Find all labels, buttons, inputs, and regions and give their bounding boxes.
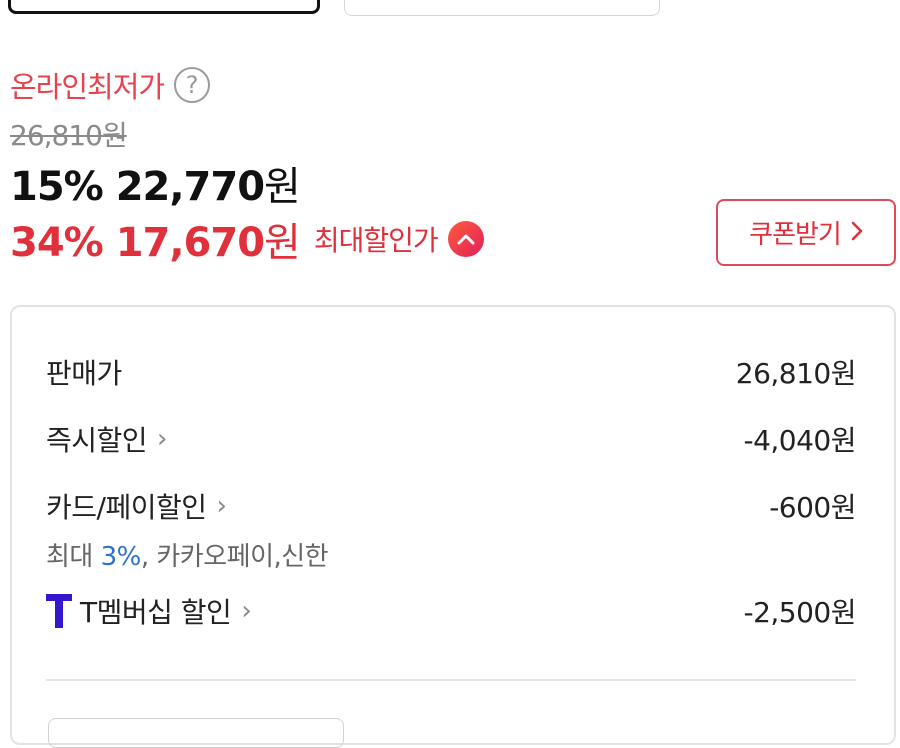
- option-selected[interactable]: [8, 0, 320, 14]
- sale-currency: 원: [264, 164, 301, 210]
- sale-amount: 22,770: [115, 164, 265, 210]
- card-note-percent: 3%: [100, 542, 142, 572]
- breakdown-value: -4,040원: [743, 424, 856, 457]
- card-discount-note: 최대 3%, 카카오페이,신한: [46, 536, 329, 573]
- lowest-price-label: 온라인최저가: [10, 70, 165, 104]
- chevron-right-icon: ›: [216, 491, 227, 521]
- max-discount-percent: 34%: [10, 220, 104, 266]
- max-discount-label: 최대할인가: [313, 224, 439, 257]
- breakdown-value: 26,810원: [735, 357, 857, 390]
- lowest-price-row: 온라인최저가 ?: [10, 64, 211, 106]
- card-note-prefix: 최대: [46, 542, 101, 572]
- max-discount-amount: 17,670: [115, 220, 265, 266]
- breakdown-label: 즉시할인: [46, 424, 148, 457]
- chevron-right-icon: ›: [241, 596, 252, 626]
- max-discount-currency: 원: [264, 220, 301, 266]
- sale-price: 15% 22,770원: [10, 154, 301, 212]
- card-note-suffix: , 카카오페이,신한: [140, 542, 329, 572]
- original-price: 26,810원: [10, 119, 128, 152]
- t-membership-logo: [46, 594, 72, 628]
- breakdown-row-tmembership[interactable]: T멤버십 할인 › -2,500원: [46, 591, 856, 631]
- option-button[interactable]: [344, 0, 660, 16]
- breakdown-row-instant-discount[interactable]: 즉시할인 › -4,040원: [46, 419, 856, 459]
- help-icon[interactable]: ?: [174, 67, 211, 103]
- coupon-button-label: 쿠폰받기: [749, 220, 842, 250]
- chevron-right-icon: ›: [157, 424, 167, 454]
- bottom-button[interactable]: [48, 718, 344, 748]
- breakdown-label: 판매가: [46, 357, 122, 390]
- coupon-button[interactable]: 쿠폰받기: [716, 199, 896, 266]
- breakdown-label: 카드/페이할인: [46, 491, 207, 524]
- chevron-right-icon: [851, 218, 863, 248]
- divider: [46, 679, 856, 681]
- breakdown-value: -600원: [769, 491, 856, 524]
- max-discount-row: 34% 17,670원 최대할인가: [10, 210, 484, 268]
- chevron-up-icon[interactable]: [447, 221, 484, 257]
- breakdown-row-card-discount[interactable]: 카드/페이할인 › -600원: [46, 486, 856, 526]
- sale-percent: 15%: [10, 164, 104, 210]
- breakdown-row-list-price: 판매가 26,810원: [46, 352, 857, 392]
- max-discount-price: 34% 17,670원: [10, 210, 301, 268]
- breakdown-value: -2,500원: [743, 596, 856, 629]
- breakdown-label: T멤버십 할인: [80, 596, 232, 629]
